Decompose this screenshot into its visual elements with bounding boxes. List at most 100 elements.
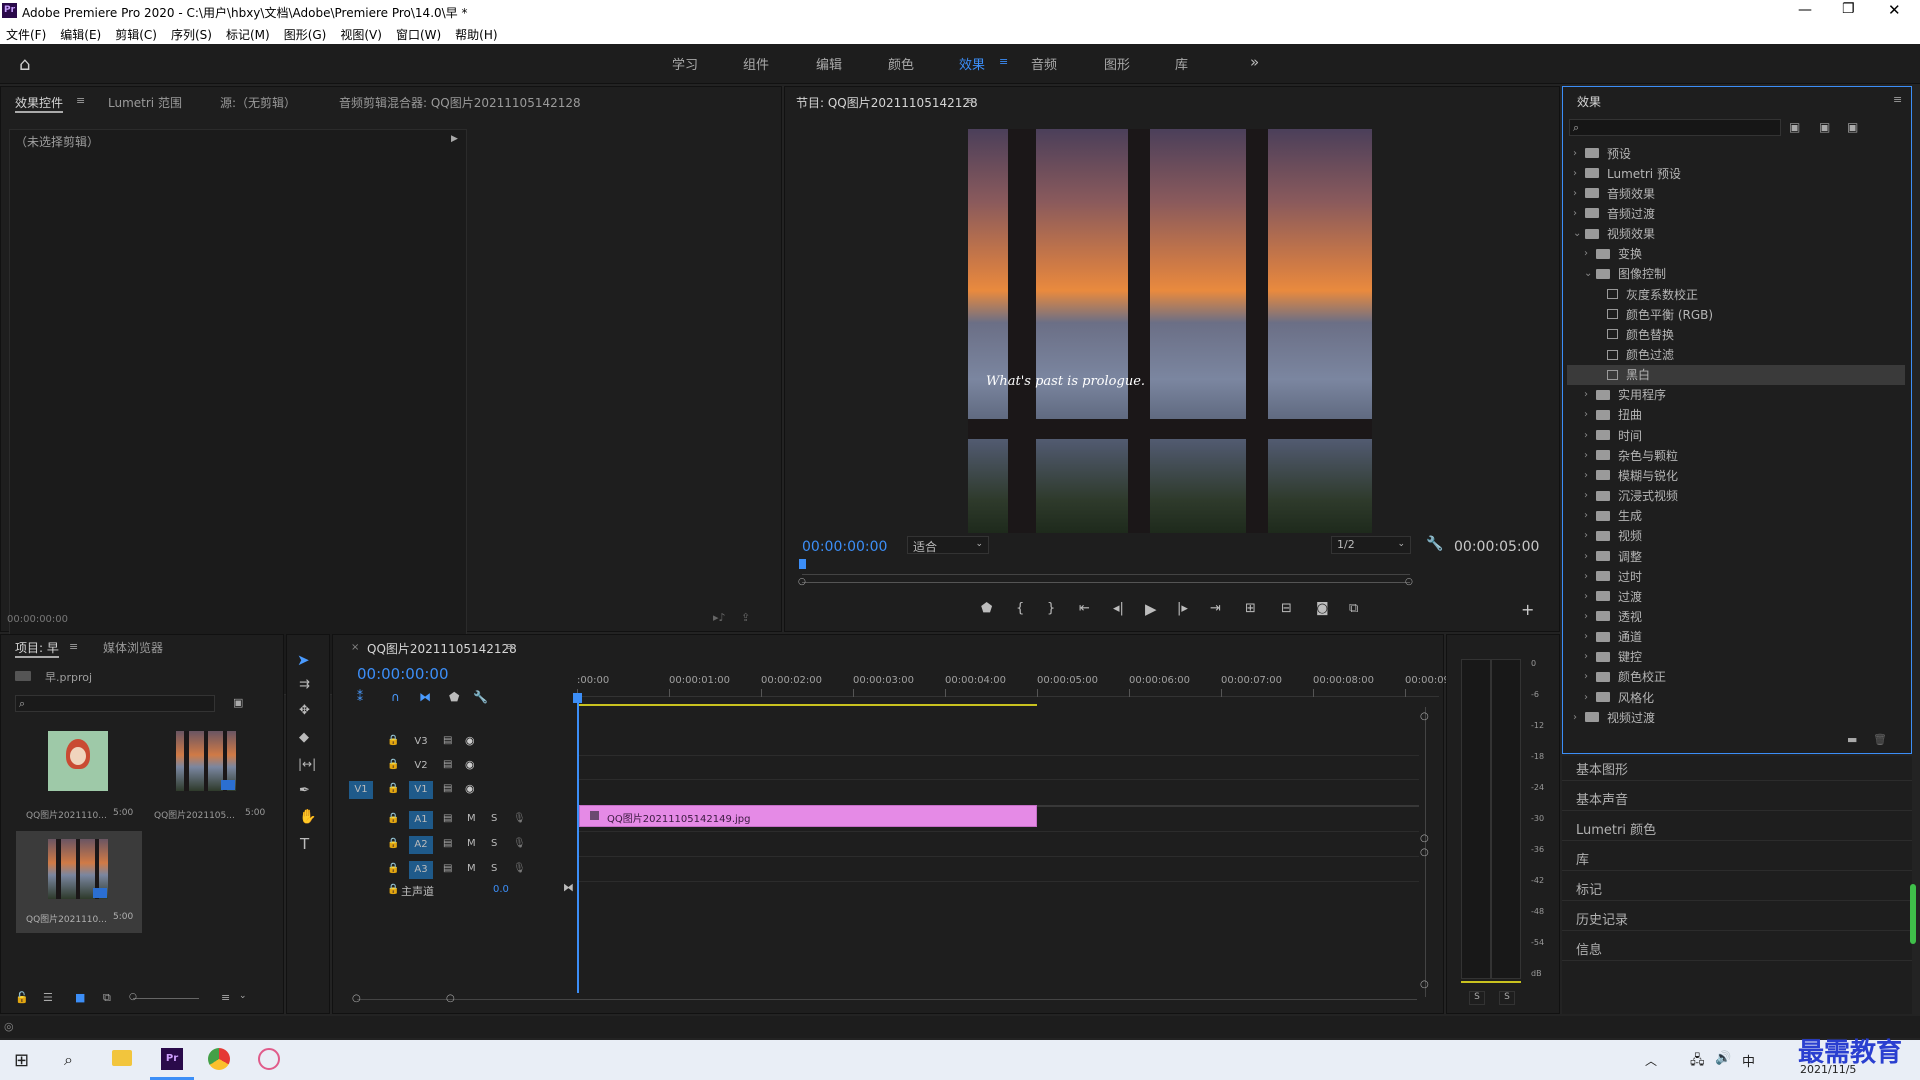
linked-selection-icon[interactable]: ⧓ bbox=[419, 690, 431, 704]
zoom-slider[interactable]: ○ bbox=[129, 992, 199, 1002]
tab-lumetri-scopes[interactable]: Lumetri 范围 bbox=[108, 94, 182, 111]
effect-item[interactable]: 颜色过滤 bbox=[1567, 345, 1905, 365]
effect-folder[interactable]: › 颜色校正 bbox=[1567, 667, 1905, 687]
chevron-right-icon[interactable]: › bbox=[1584, 530, 1596, 541]
program-current-timecode[interactable]: 00:00:00:00 bbox=[802, 539, 887, 555]
chevron-right-icon[interactable]: › bbox=[1573, 148, 1585, 159]
lift-icon[interactable]: ⊞ bbox=[1245, 601, 1256, 616]
track-lock-icon[interactable]: 🔒 bbox=[387, 759, 399, 770]
chevron-right-icon[interactable]: › bbox=[1573, 188, 1585, 199]
menu-item[interactable]: 窗口(W) bbox=[396, 26, 441, 43]
list-view-icon[interactable]: ☰ bbox=[43, 991, 53, 1004]
accelerated-effects-icon[interactable]: ▣ bbox=[1789, 120, 1800, 134]
effect-folder[interactable]: ⌄ 图像控制 bbox=[1567, 264, 1905, 284]
button-editor-plus-icon[interactable]: + bbox=[1521, 600, 1534, 619]
work-area-bar[interactable] bbox=[579, 704, 1037, 706]
go-to-out-icon[interactable]: ⇥ bbox=[1210, 601, 1221, 616]
freeform-view-icon[interactable]: ⧉ bbox=[103, 991, 111, 1005]
home-icon[interactable]: ⌂ bbox=[19, 54, 30, 75]
chevron-right-icon[interactable]: › bbox=[1584, 470, 1596, 481]
32bit-effects-icon[interactable]: ▣ bbox=[1819, 120, 1830, 134]
new-custom-bin-icon[interactable]: ▬ bbox=[1847, 733, 1857, 746]
effect-folder[interactable]: › 预设 bbox=[1567, 143, 1905, 163]
side-panel-tab[interactable]: 基本图形 bbox=[1576, 759, 1628, 778]
menu-item[interactable]: 剪辑(C) bbox=[115, 26, 157, 43]
project-item[interactable]: QQ图片2021105... 5:00 bbox=[144, 731, 270, 831]
mark-in-icon[interactable]: { bbox=[1016, 601, 1024, 616]
scroll-handle[interactable]: ○ bbox=[1420, 833, 1429, 844]
tab-source[interactable]: 源:（无剪辑） bbox=[220, 94, 296, 111]
chevron-right-icon[interactable]: › bbox=[1584, 551, 1596, 562]
volume-icon[interactable]: 🔊 bbox=[1715, 1051, 1731, 1066]
chevron-right-icon[interactable]: › bbox=[1573, 712, 1585, 723]
scroll-handle[interactable]: ○ bbox=[1420, 979, 1429, 990]
step-forward-icon[interactable]: |▸ bbox=[1177, 601, 1188, 616]
chevron-down-icon[interactable]: ⌄ bbox=[1584, 268, 1596, 279]
side-scrollbar[interactable] bbox=[1910, 884, 1916, 944]
master-track-value[interactable]: 0.0 bbox=[493, 884, 509, 895]
eye-icon[interactable]: ◉ bbox=[465, 734, 475, 747]
network-icon[interactable]: 🖧 bbox=[1690, 1051, 1705, 1073]
solo-button[interactable]: S bbox=[491, 813, 497, 824]
close-icon[interactable]: ✕ bbox=[1888, 1, 1901, 19]
eye-icon[interactable]: ◉ bbox=[465, 758, 475, 771]
tray-chevron-icon[interactable]: ︿ bbox=[1645, 1052, 1657, 1069]
effect-folder[interactable]: › 透视 bbox=[1567, 606, 1905, 626]
menu-item[interactable]: 文件(F) bbox=[6, 26, 46, 43]
effect-item[interactable]: 灰度系数校正 bbox=[1567, 284, 1905, 304]
track-target-label[interactable]: V1 bbox=[409, 781, 433, 799]
chevron-right-icon[interactable]: › bbox=[1584, 430, 1596, 441]
extract-icon[interactable]: ⊟ bbox=[1281, 601, 1292, 616]
workspace-menu-icon[interactable]: ≡ bbox=[999, 55, 1008, 68]
effect-folder[interactable]: › 视频 bbox=[1567, 526, 1905, 546]
scroll-handle[interactable]: ○ bbox=[446, 993, 455, 1004]
chevron-right-icon[interactable]: › bbox=[1584, 671, 1596, 682]
effect-item[interactable]: 颜色平衡 (RGB) bbox=[1567, 304, 1905, 324]
icon-view-icon[interactable]: ■ bbox=[75, 991, 85, 1004]
chevron-right-icon[interactable]: › bbox=[1584, 631, 1596, 642]
effect-folder[interactable]: › 杂色与颗粒 bbox=[1567, 445, 1905, 465]
effect-folder[interactable]: › 变换 bbox=[1567, 244, 1905, 264]
chevron-right-icon[interactable]: › bbox=[1584, 651, 1596, 662]
ripple-edit-tool-icon[interactable]: ✥ bbox=[299, 703, 310, 718]
effect-folder[interactable]: ⌄ 视频效果 bbox=[1567, 224, 1905, 244]
effect-folder[interactable]: › 扭曲 bbox=[1567, 405, 1905, 425]
selection-tool-icon[interactable]: ➤ bbox=[297, 651, 310, 669]
tab-effect-controls[interactable]: 效果控件 bbox=[15, 94, 64, 113]
file-explorer-icon[interactable] bbox=[112, 1050, 132, 1066]
nest-toggle-icon[interactable]: ⁑ bbox=[357, 690, 363, 704]
timeline-timecode[interactable]: 00:00:00:00 bbox=[357, 665, 449, 683]
panel-menu-icon[interactable]: ≡ bbox=[1893, 94, 1902, 105]
slip-tool-icon[interactable]: |↔| bbox=[298, 757, 316, 771]
effect-folder[interactable]: › 过时 bbox=[1567, 566, 1905, 586]
close-tab-icon[interactable]: × bbox=[351, 642, 359, 653]
chevron-right-icon[interactable]: › bbox=[1573, 208, 1585, 219]
sync-lock-icon[interactable]: ▤ bbox=[443, 863, 452, 874]
scroll-handle[interactable]: ○ bbox=[352, 993, 361, 1004]
lock-icon[interactable]: 🔓 bbox=[15, 991, 29, 1004]
sort-icon[interactable]: ≡ bbox=[221, 991, 230, 1004]
fit-dropdown[interactable]: 适合 ⌄ bbox=[907, 536, 989, 554]
chrome-icon[interactable] bbox=[208, 1048, 230, 1070]
project-item[interactable]: QQ图片2021110... 5:00 bbox=[16, 731, 142, 831]
effects-search-input[interactable]: ⌕ bbox=[1569, 119, 1781, 136]
hand-tool-icon[interactable]: ✋ bbox=[299, 809, 316, 825]
razor-tool-icon[interactable]: ◆ bbox=[299, 730, 309, 745]
track-select-tool-icon[interactable]: ⇉ bbox=[299, 677, 310, 692]
sync-lock-icon[interactable]: ▤ bbox=[443, 838, 452, 849]
workspace-tab[interactable]: 库 bbox=[1175, 54, 1188, 73]
effect-folder[interactable]: › 视频过渡 bbox=[1567, 707, 1905, 727]
chevron-down-icon[interactable]: ⌄ bbox=[1573, 228, 1585, 239]
solo-button[interactable]: S bbox=[491, 838, 497, 849]
mute-button[interactable]: M bbox=[467, 813, 476, 824]
menu-item[interactable]: 标记(M) bbox=[226, 26, 270, 43]
premiere-taskbar-icon[interactable]: Pr bbox=[161, 1048, 183, 1070]
side-panel-tab[interactable]: 库 bbox=[1576, 849, 1589, 868]
camera-icon[interactable]: ◙ bbox=[1316, 601, 1329, 616]
add-marker-icon[interactable]: ⬟ bbox=[449, 690, 459, 704]
mark-out-icon[interactable]: } bbox=[1047, 601, 1055, 616]
playhead-marker[interactable] bbox=[799, 559, 806, 569]
microphone-icon[interactable]: 🎙 bbox=[513, 813, 526, 824]
chevron-right-icon[interactable]: › bbox=[1584, 409, 1596, 420]
track-target-label[interactable]: A2 bbox=[409, 836, 433, 854]
